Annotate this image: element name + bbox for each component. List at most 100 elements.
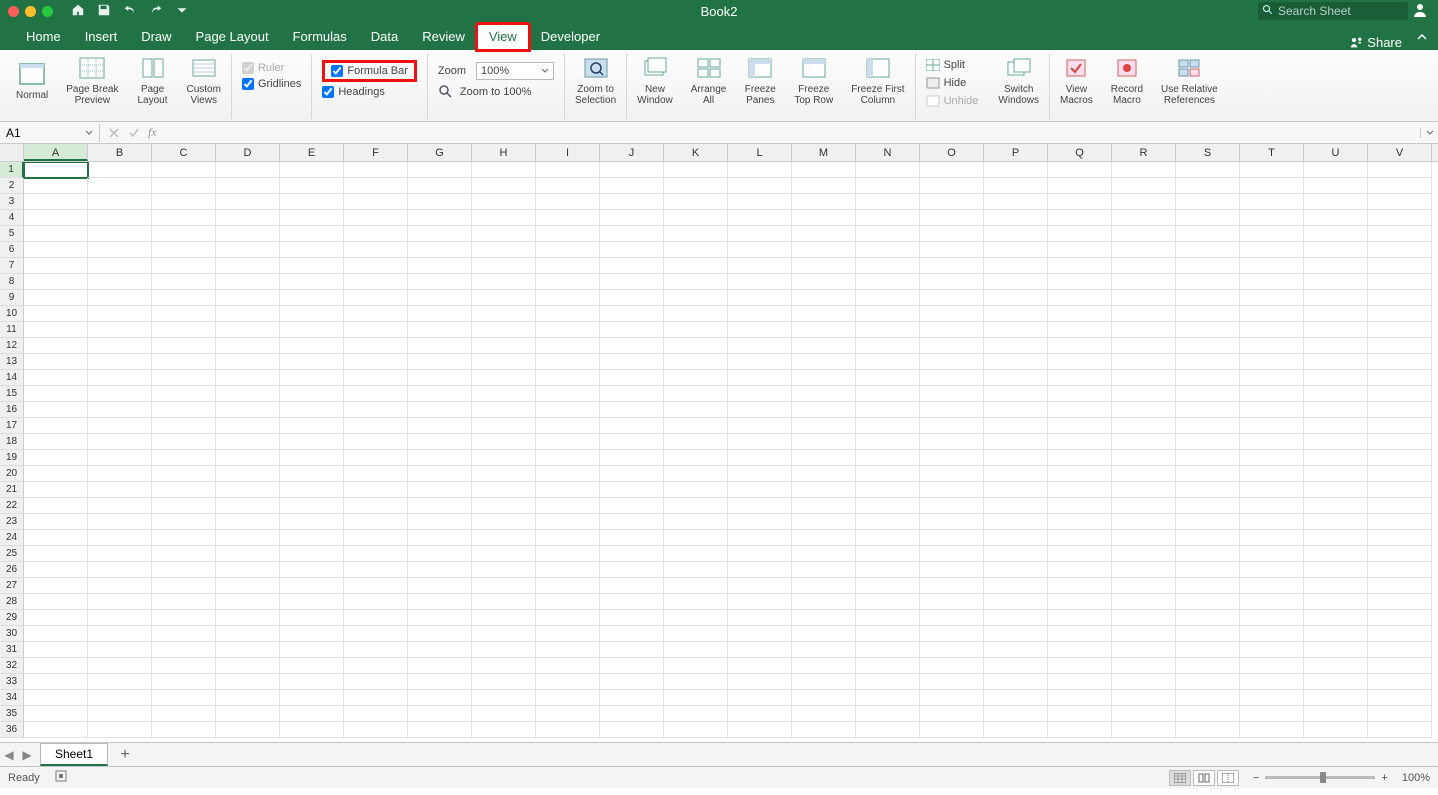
cell[interactable] <box>1240 658 1304 674</box>
cell[interactable] <box>1240 450 1304 466</box>
row-header-13[interactable]: 13 <box>0 354 24 370</box>
cell[interactable] <box>792 370 856 386</box>
row-header-27[interactable]: 27 <box>0 578 24 594</box>
cell[interactable] <box>216 274 280 290</box>
cell[interactable] <box>792 482 856 498</box>
cell[interactable] <box>1304 354 1368 370</box>
column-header-Q[interactable]: Q <box>1048 144 1112 161</box>
new-window-button[interactable]: New Window <box>631 54 679 106</box>
row-header-2[interactable]: 2 <box>0 178 24 194</box>
row-header-10[interactable]: 10 <box>0 306 24 322</box>
row-header-36[interactable]: 36 <box>0 722 24 738</box>
cell[interactable] <box>1368 690 1432 706</box>
cell[interactable] <box>88 706 152 722</box>
cell[interactable] <box>1112 706 1176 722</box>
cell[interactable] <box>1176 498 1240 514</box>
cell[interactable] <box>344 290 408 306</box>
cell[interactable] <box>728 674 792 690</box>
cell[interactable] <box>984 402 1048 418</box>
cell[interactable] <box>600 210 664 226</box>
cell[interactable] <box>1112 402 1176 418</box>
cell[interactable] <box>536 578 600 594</box>
cell[interactable] <box>1368 546 1432 562</box>
cell[interactable] <box>408 498 472 514</box>
cell[interactable] <box>664 466 728 482</box>
cell[interactable] <box>920 274 984 290</box>
account-icon[interactable] <box>1412 2 1428 21</box>
cell[interactable] <box>280 546 344 562</box>
cell[interactable] <box>1048 258 1112 274</box>
cell[interactable] <box>728 354 792 370</box>
cell[interactable] <box>1112 354 1176 370</box>
cell[interactable] <box>24 242 88 258</box>
cell[interactable] <box>88 290 152 306</box>
cell[interactable] <box>24 498 88 514</box>
cell[interactable] <box>600 690 664 706</box>
cell[interactable] <box>1240 306 1304 322</box>
cell[interactable] <box>856 674 920 690</box>
cell[interactable] <box>728 338 792 354</box>
cell[interactable] <box>1304 242 1368 258</box>
cell[interactable] <box>856 178 920 194</box>
cell[interactable] <box>88 242 152 258</box>
cell[interactable] <box>1304 722 1368 738</box>
cell[interactable] <box>728 370 792 386</box>
cell[interactable] <box>88 610 152 626</box>
cell[interactable] <box>280 226 344 242</box>
cell[interactable] <box>792 690 856 706</box>
cell[interactable] <box>1240 610 1304 626</box>
cell[interactable] <box>536 482 600 498</box>
cell[interactable] <box>856 514 920 530</box>
cell[interactable] <box>88 162 152 178</box>
cell[interactable] <box>344 242 408 258</box>
cell[interactable] <box>1048 162 1112 178</box>
home-icon[interactable] <box>71 3 85 20</box>
cell[interactable] <box>1368 290 1432 306</box>
cell[interactable] <box>152 482 216 498</box>
cell[interactable] <box>1048 354 1112 370</box>
cell[interactable] <box>920 306 984 322</box>
cell[interactable] <box>792 578 856 594</box>
cell[interactable] <box>600 226 664 242</box>
cell[interactable] <box>280 386 344 402</box>
cell[interactable] <box>24 562 88 578</box>
cell[interactable] <box>856 706 920 722</box>
zoom-track[interactable] <box>1265 776 1375 779</box>
cell[interactable] <box>472 578 536 594</box>
cell[interactable] <box>152 194 216 210</box>
cell[interactable] <box>472 642 536 658</box>
column-header-S[interactable]: S <box>1176 144 1240 161</box>
cell[interactable] <box>472 498 536 514</box>
cell[interactable] <box>280 434 344 450</box>
cell[interactable] <box>792 226 856 242</box>
column-header-T[interactable]: T <box>1240 144 1304 161</box>
cell[interactable] <box>920 402 984 418</box>
cell[interactable] <box>984 642 1048 658</box>
cell[interactable] <box>728 578 792 594</box>
cell[interactable] <box>664 274 728 290</box>
cell[interactable] <box>664 594 728 610</box>
cell[interactable] <box>408 290 472 306</box>
cell[interactable] <box>344 306 408 322</box>
cell[interactable] <box>664 562 728 578</box>
cell[interactable] <box>664 530 728 546</box>
cell[interactable] <box>1112 226 1176 242</box>
column-header-N[interactable]: N <box>856 144 920 161</box>
cell[interactable] <box>152 306 216 322</box>
cell[interactable] <box>600 706 664 722</box>
cell[interactable] <box>1176 578 1240 594</box>
cell[interactable] <box>728 658 792 674</box>
cell[interactable] <box>1176 386 1240 402</box>
cell[interactable] <box>664 434 728 450</box>
cell[interactable] <box>408 594 472 610</box>
cell[interactable] <box>280 274 344 290</box>
cell[interactable] <box>408 402 472 418</box>
row-header-7[interactable]: 7 <box>0 258 24 274</box>
cell[interactable] <box>408 434 472 450</box>
cell[interactable] <box>1112 194 1176 210</box>
cell[interactable] <box>24 274 88 290</box>
cell[interactable] <box>1304 370 1368 386</box>
cell[interactable] <box>472 482 536 498</box>
cell[interactable] <box>920 722 984 738</box>
cell[interactable] <box>792 402 856 418</box>
